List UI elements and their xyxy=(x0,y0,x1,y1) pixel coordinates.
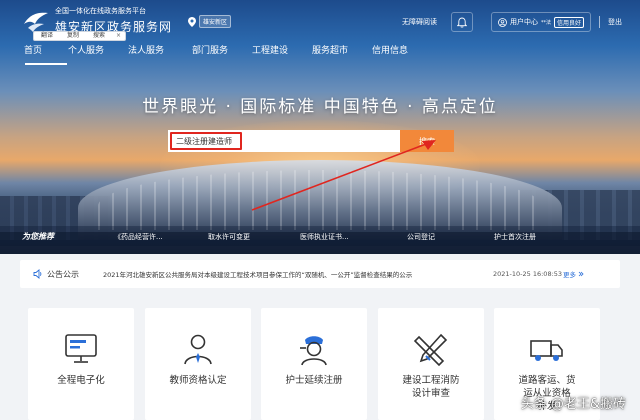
hero-slogan: 世界眼光 · 国际标准 中国特色 · 高点定位 xyxy=(142,97,498,117)
accessible-reading-link[interactable]: 无障碍阅读 xyxy=(402,17,437,27)
annotation-arrow xyxy=(251,140,436,211)
nav-item-credit-info[interactable]: 信用信息 xyxy=(372,43,432,61)
drafting-tools-icon xyxy=(413,333,448,366)
translate-popup: 翻译 复制 搜索 × xyxy=(33,31,127,41)
service-card-label: 教师资格认定 xyxy=(169,375,227,386)
credit-status-badge: 信用良好 xyxy=(553,16,584,28)
recommend-item[interactable]: 《药品经营许... xyxy=(114,232,163,242)
highlight-annotation-box xyxy=(170,132,242,150)
service-card[interactable]: 建设工程消防 设计审查 xyxy=(378,308,484,420)
recommend-item[interactable]: 医师执业证书... xyxy=(300,232,349,242)
header-divider xyxy=(599,16,600,28)
nav-item-service-market[interactable]: 服务超市 xyxy=(312,43,372,61)
watermark-text: 头条 @老王&搬砖 xyxy=(520,397,626,412)
speaker-icon xyxy=(33,269,42,279)
announcement-date: 2021-10-25 16:08:53 xyxy=(493,270,563,278)
more-link[interactable]: 更多 xyxy=(563,269,584,279)
location-selector[interactable]: 雄安新区 xyxy=(188,15,232,28)
recommend-tag: 为您推荐 xyxy=(22,231,54,241)
teacher-icon xyxy=(184,334,212,365)
service-card[interactable]: 教师资格认定 xyxy=(145,308,251,420)
nav-item-home[interactable]: 首页 xyxy=(24,43,68,65)
nurse-icon xyxy=(300,336,327,366)
nav-item-construction[interactable]: 工程建设 xyxy=(252,43,312,61)
recommend-bar: 为您推荐 《药品经营许... 取水许可变更 医师执业证书... 公司登记 护士首… xyxy=(0,226,640,246)
location-pin-icon xyxy=(188,16,196,27)
recommend-item[interactable]: 取水许可变更 xyxy=(208,232,250,242)
notification-button[interactable] xyxy=(450,12,473,32)
copy-button[interactable]: 复制 xyxy=(60,32,86,40)
close-icon[interactable]: × xyxy=(112,32,125,40)
more-label[interactable]: 更多 xyxy=(563,269,576,279)
service-card[interactable]: 全程电子化 xyxy=(28,308,134,420)
chevron-right-icon xyxy=(578,271,584,277)
bell-icon xyxy=(456,17,467,28)
user-center-button[interactable]: 用户中心 **法 信用良好 xyxy=(490,12,591,32)
monitor-icon xyxy=(65,334,97,363)
service-cards: 全程电子化 教师资格认定 护士延续注册 建设工程消防 设计审查 道路客运、货 运… xyxy=(28,308,604,420)
nav-item-department-services[interactable]: 部门服务 xyxy=(192,43,252,61)
service-card-label: 护士延续注册 xyxy=(285,375,343,386)
location-label[interactable]: 雄安新区 xyxy=(199,15,232,28)
user-name: **法 xyxy=(540,19,551,26)
nav-item-corporate-services[interactable]: 法人服务 xyxy=(128,43,192,61)
announcement-text[interactable]: 2021年河北雄安新区公共服务局对本级建设工程技术项目参保工作的“双随机、一公开… xyxy=(103,269,493,279)
user-center-label[interactable]: 用户中心 xyxy=(510,17,538,27)
nav-item-personal-services[interactable]: 个人服务 xyxy=(68,43,128,61)
recommend-item[interactable]: 护士首次注册 xyxy=(494,232,536,242)
brand-subtitle: 全国一体化在线政务服务平台 xyxy=(55,7,146,15)
service-card-label: 建设工程消防 设计审查 xyxy=(402,375,460,399)
recommend-item[interactable]: 公司登记 xyxy=(407,232,435,242)
service-card[interactable]: 护士延续注册 xyxy=(261,308,367,420)
announcement-title: 公告公示 xyxy=(47,269,79,279)
search-text-button[interactable]: 搜索 xyxy=(86,32,112,40)
translate-button[interactable]: 翻译 xyxy=(34,32,60,40)
truck-icon xyxy=(530,340,563,361)
header-actions: 无障碍阅读 用户中心 **法 信用良好 登出 xyxy=(402,12,622,32)
announcement-bar: 公告公示 2021年河北雄安新区公共服务局对本级建设工程技术项目参保工作的“双随… xyxy=(20,260,620,288)
user-icon xyxy=(498,17,507,27)
service-card-label: 全程电子化 xyxy=(57,375,105,386)
logout-link[interactable]: 登出 xyxy=(608,17,622,27)
main-nav: 首页 个人服务 法人服务 部门服务 工程建设 服务超市 信用信息 xyxy=(24,43,432,65)
